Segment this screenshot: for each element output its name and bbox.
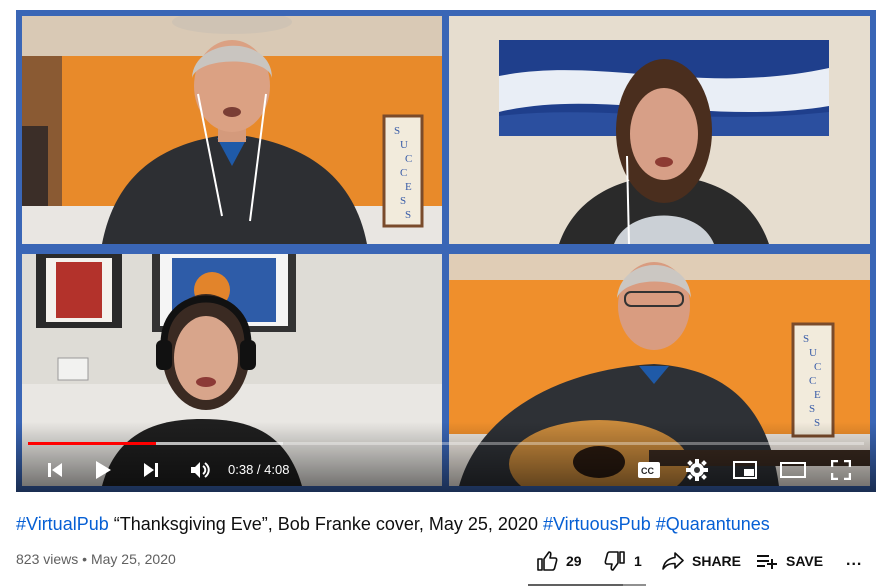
playlist-add-icon bbox=[757, 555, 777, 569]
time-display: 0:38 / 4:08 bbox=[228, 462, 289, 477]
tile-1-scene: S U C C E S S bbox=[22, 16, 442, 244]
svg-text:C: C bbox=[809, 375, 816, 387]
title-hashtag-virtualpub[interactable]: #VirtualPub bbox=[16, 514, 109, 534]
theater-mode-icon bbox=[780, 462, 806, 478]
svg-text:CC: CC bbox=[641, 466, 654, 476]
miniplayer-icon bbox=[733, 461, 757, 479]
duration: 4:08 bbox=[264, 462, 290, 477]
svg-text:S: S bbox=[400, 195, 406, 207]
video-tile-singer-1: S U C C E S S bbox=[22, 16, 442, 244]
like-button[interactable]: 29 bbox=[536, 546, 582, 576]
like-count: 29 bbox=[566, 553, 582, 569]
thumbs-down-icon bbox=[604, 551, 625, 571]
volume-button[interactable] bbox=[186, 456, 214, 484]
video-title: #VirtualPub “Thanksgiving Eve”, Bob Fran… bbox=[16, 514, 770, 535]
svg-text:C: C bbox=[814, 361, 821, 373]
sentiment-bar-likes bbox=[528, 584, 623, 586]
captions-button[interactable]: CC bbox=[634, 456, 664, 484]
share-button[interactable]: SHARE bbox=[662, 546, 741, 576]
save-label: SAVE bbox=[786, 553, 824, 569]
video-player[interactable]: S U C C E S S S U C C E S 0:38 / 4:08 CC bbox=[16, 10, 876, 492]
thumbs-up-icon bbox=[537, 551, 558, 571]
play-icon bbox=[96, 461, 111, 479]
time-separator: / bbox=[253, 462, 265, 477]
svg-text:E: E bbox=[405, 181, 412, 193]
skip-next-icon bbox=[144, 463, 158, 477]
save-button[interactable]: SAVE bbox=[756, 546, 823, 576]
title-hashtag-quarantunes[interactable]: #Quarantunes bbox=[656, 514, 770, 534]
svg-text:S: S bbox=[809, 403, 815, 415]
title-text: “Thanksgiving Eve”, Bob Franke cover, Ma… bbox=[108, 514, 543, 534]
title-hashtag-virtuouspub[interactable]: #VirtuousPub bbox=[543, 514, 651, 534]
skip-previous-icon bbox=[48, 463, 62, 477]
gear-icon bbox=[686, 459, 708, 481]
theater-mode-button[interactable] bbox=[778, 456, 808, 484]
svg-text:S: S bbox=[803, 333, 809, 345]
skip-next-button[interactable] bbox=[138, 456, 164, 484]
current-time: 0:38 bbox=[228, 462, 254, 477]
share-icon bbox=[662, 552, 684, 570]
tile-2-scene bbox=[449, 16, 870, 244]
miniplayer-button[interactable] bbox=[730, 456, 760, 484]
svg-text:S: S bbox=[394, 125, 400, 137]
meta-dot: • bbox=[78, 551, 91, 567]
closed-captions-icon: CC bbox=[638, 462, 660, 478]
svg-text:S: S bbox=[405, 209, 411, 221]
svg-text:C: C bbox=[400, 167, 407, 179]
settings-button[interactable] bbox=[682, 456, 712, 484]
more-actions-button[interactable]: ... bbox=[846, 546, 862, 576]
dislike-button[interactable]: 1 bbox=[604, 546, 642, 576]
more-actions-label: ... bbox=[846, 552, 863, 569]
progress-played bbox=[28, 442, 156, 445]
dislike-count: 1 bbox=[634, 553, 642, 569]
skip-previous-button[interactable] bbox=[42, 456, 68, 484]
fullscreen-icon bbox=[831, 460, 851, 480]
svg-text:U: U bbox=[400, 139, 408, 151]
video-tile-singer-2 bbox=[449, 16, 870, 244]
share-label: SHARE bbox=[692, 553, 742, 569]
svg-text:C: C bbox=[405, 153, 412, 165]
volume-icon bbox=[191, 462, 210, 478]
progress-bar[interactable] bbox=[28, 442, 864, 445]
svg-text:E: E bbox=[814, 389, 821, 401]
upload-date: May 25, 2020 bbox=[90, 551, 176, 567]
view-count: 823 views bbox=[16, 551, 79, 567]
fullscreen-button[interactable] bbox=[826, 456, 856, 484]
play-button[interactable] bbox=[90, 456, 116, 484]
svg-text:U: U bbox=[809, 347, 817, 359]
video-meta: 823 views • May 25, 2020 bbox=[16, 551, 176, 567]
